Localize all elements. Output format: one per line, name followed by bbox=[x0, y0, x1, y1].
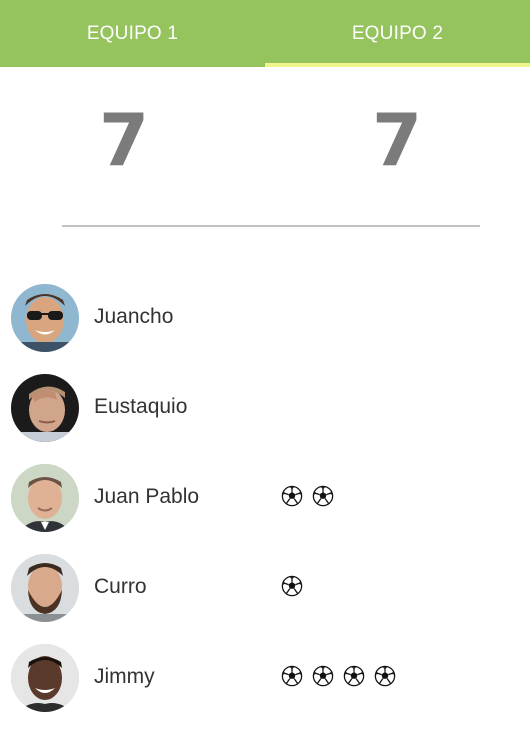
divider bbox=[62, 225, 480, 227]
player-row[interactable]: Curro bbox=[0, 554, 530, 644]
player-name: Jimmy bbox=[94, 665, 155, 688]
player-name: Eustaquio bbox=[94, 395, 188, 418]
soccer-ball-icon bbox=[312, 665, 334, 687]
team-tab-bar: EQUIPO 1 EQUIPO 2 bbox=[0, 0, 530, 67]
soccer-ball-icon bbox=[281, 485, 303, 507]
team-2-score: 7 bbox=[371, 98, 423, 182]
soccer-ball-icon bbox=[374, 665, 396, 687]
player-row[interactable]: Jimmy bbox=[0, 644, 530, 734]
goals-3 bbox=[281, 574, 303, 598]
player-avatar bbox=[11, 554, 79, 622]
soccer-ball-icon bbox=[312, 485, 334, 507]
player-avatar bbox=[11, 374, 79, 442]
soccer-ball-icon bbox=[343, 665, 365, 687]
player-avatar bbox=[11, 644, 79, 712]
team-1-score: 7 bbox=[98, 98, 150, 182]
goals-2 bbox=[281, 484, 334, 508]
player-name: Curro bbox=[94, 575, 147, 598]
player-row[interactable]: Eustaquio bbox=[0, 374, 530, 464]
tab-equipo-2[interactable]: EQUIPO 2 bbox=[265, 0, 530, 67]
player-name: Juan Pablo bbox=[94, 485, 200, 508]
soccer-ball-icon bbox=[281, 665, 303, 687]
goals-4 bbox=[281, 664, 396, 688]
player-avatar bbox=[11, 464, 79, 532]
soccer-ball-icon bbox=[281, 575, 303, 597]
player-list: Juancho Eustaquio Juan Pablo Curro Jimmy bbox=[0, 284, 530, 734]
player-row[interactable]: Juancho bbox=[0, 284, 530, 374]
score-board: 7 7 bbox=[0, 100, 530, 180]
player-avatar bbox=[11, 284, 79, 352]
player-name: Juancho bbox=[94, 305, 174, 328]
player-row[interactable]: Juan Pablo bbox=[0, 464, 530, 554]
tab-equipo-1[interactable]: EQUIPO 1 bbox=[0, 0, 265, 67]
